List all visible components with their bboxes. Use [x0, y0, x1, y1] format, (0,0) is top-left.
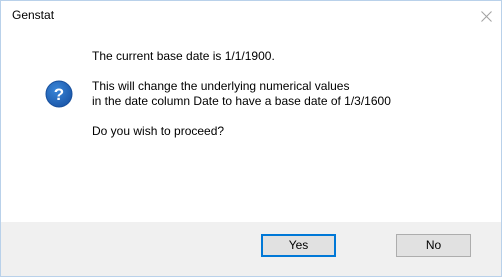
message-line-2: This will change the underlying numerica…: [92, 79, 350, 93]
close-icon: [481, 11, 492, 22]
svg-text:?: ?: [54, 85, 64, 104]
genstat-dialog: Genstat ? The current base date is 1/1/1…: [0, 0, 502, 277]
close-button[interactable]: [471, 1, 501, 32]
message-line-3: in the date column Date to have a base d…: [92, 94, 391, 108]
message-line-1: The current base date is 1/1/1900.: [92, 49, 275, 63]
message-area: ? The current base date is 1/1/1900. Thi…: [1, 32, 501, 222]
button-bar: Yes No: [1, 222, 501, 276]
no-button[interactable]: No: [396, 234, 471, 257]
yes-button[interactable]: Yes: [261, 234, 336, 257]
question-icon: ?: [45, 80, 73, 108]
message-line-4: Do you wish to proceed?: [92, 124, 225, 138]
window-title: Genstat: [12, 8, 55, 22]
title-bar: Genstat: [1, 1, 501, 32]
